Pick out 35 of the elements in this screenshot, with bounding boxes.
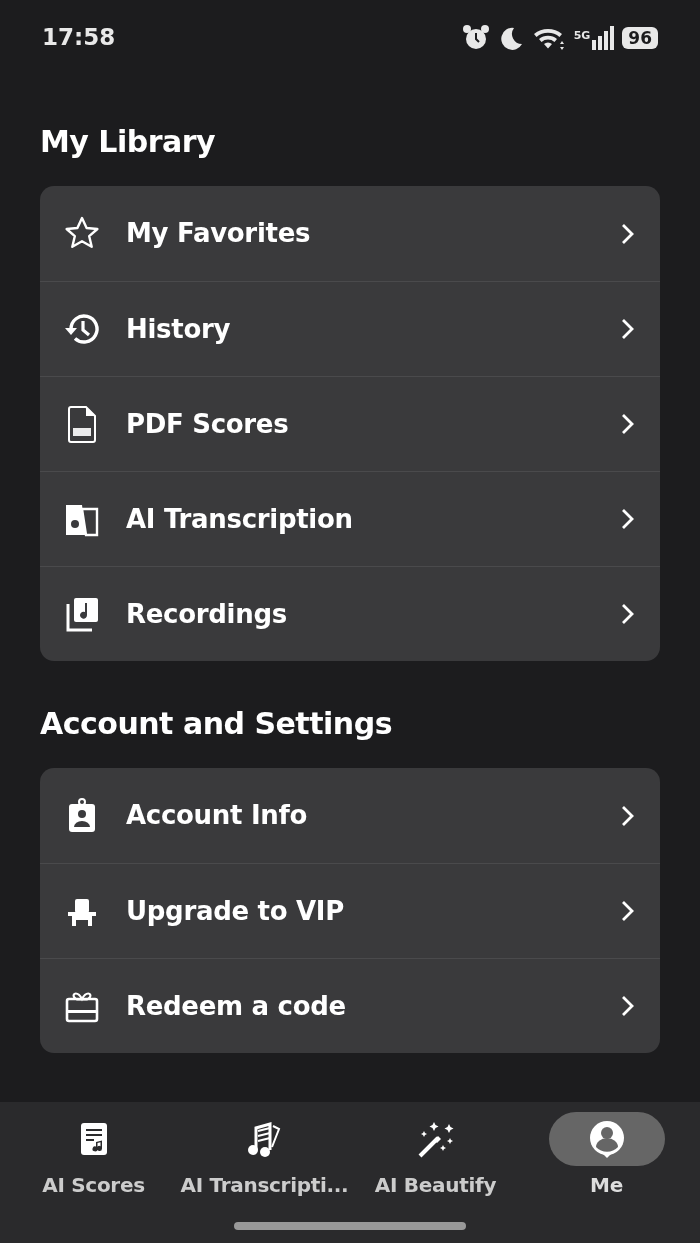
menu-row[interactable]: My Favorites xyxy=(40,186,660,281)
menu-row[interactable]: Account Info xyxy=(40,768,660,863)
chevron-right-icon xyxy=(620,994,636,1018)
row-label: Account Info xyxy=(126,799,309,832)
row-label: Upgrade to VIP xyxy=(126,894,345,928)
signal-icon xyxy=(590,25,615,50)
battery-level: 96 xyxy=(622,26,658,49)
tab-button[interactable]: AI Transcripti... xyxy=(179,1112,350,1243)
row-label: PDF Scores xyxy=(126,407,290,441)
menu-row[interactable]: Upgrade to VIP xyxy=(40,863,660,958)
section-title: Account and Settings xyxy=(40,705,394,743)
row-label: Recordings xyxy=(126,597,288,631)
alarm-icon xyxy=(461,23,490,52)
status-time: 17:58 xyxy=(42,23,116,53)
row-label: AI Transcription xyxy=(126,502,354,536)
row-label: My Favorites xyxy=(126,217,312,250)
chevron-right-icon xyxy=(620,221,636,246)
row-label: Redeem a code xyxy=(126,989,347,1023)
menu-row[interactable]: Redeem a code xyxy=(40,958,660,1053)
chevron-right-icon xyxy=(620,507,636,531)
chevron-right-icon xyxy=(620,899,636,923)
section-title: My Library xyxy=(40,123,217,161)
tab-button[interactable]: Me xyxy=(521,1112,692,1243)
menu-row[interactable]: AI Transcription xyxy=(40,471,660,566)
network-label: 5G xyxy=(573,27,591,44)
tab-button[interactable]: AI Beautify xyxy=(350,1112,521,1243)
tab-button[interactable]: AI Scores xyxy=(8,1112,179,1243)
menu-row[interactable]: History xyxy=(40,281,660,376)
chevron-right-icon xyxy=(620,602,636,626)
menu-row[interactable]: PDF Scores xyxy=(40,376,660,471)
row-label: History xyxy=(126,312,232,346)
menu-row[interactable]: Recordings xyxy=(40,566,660,661)
chevron-right-icon xyxy=(620,803,636,828)
chevron-right-icon xyxy=(620,412,636,436)
chevron-right-icon xyxy=(620,317,636,341)
